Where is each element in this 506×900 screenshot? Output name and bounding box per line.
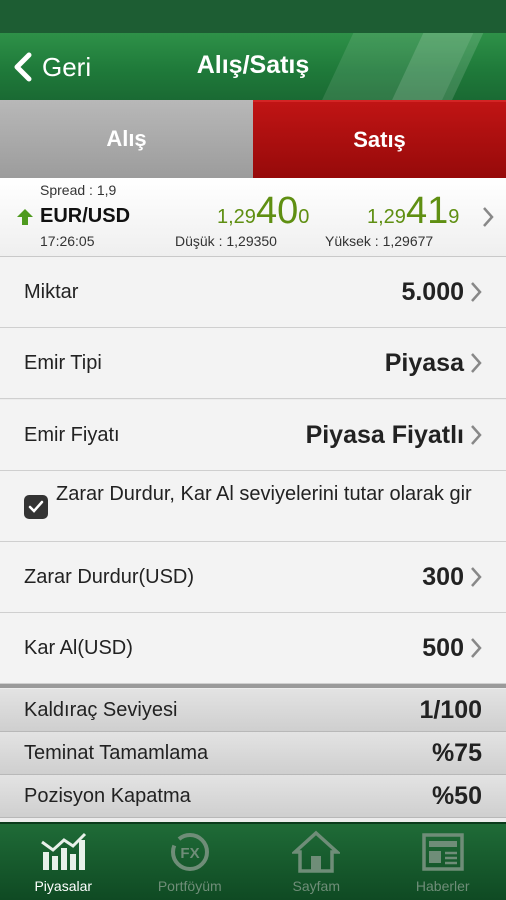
sell-tab[interactable]: Satış [253,100,506,178]
margin-call-info: Teminat Tamamlama %75 [0,732,506,775]
tab-label: Haberler [415,878,470,894]
newspaper-icon [422,833,464,871]
order-price-label: Emir Fiyatı [24,423,120,446]
take-profit-value: 500 [422,633,464,662]
home-icon [292,830,341,873]
stop-out-value: %50 [431,781,482,810]
stop-loss-value: 300 [422,562,464,591]
divider [0,684,506,688]
tab-my-page[interactable]: Sayfam [253,824,380,900]
take-profit-label: Kar Al(USD) [24,636,133,659]
spread-text: Spread : 1,9 [40,182,117,198]
quote-time: 17:26:05 [40,233,95,249]
navigation-bar: Geri Alış/Satış [0,33,506,100]
high-price: Yüksek : 1,29677 [325,233,434,249]
stop-loss-row[interactable]: Zarar Durdur(USD) 300 [0,542,506,613]
order-type-value: Piyasa [384,348,464,377]
bid-price: 1,29400 [217,190,310,232]
chevron-right-icon [471,638,482,658]
tab-portfolio[interactable]: FX Portföyüm [127,824,254,900]
amount-row[interactable]: Miktar 5.000 [0,257,506,328]
up-arrow-icon [17,209,33,225]
quote-row[interactable]: Spread : 1,9 EUR/USD 17:26:05 1,29400 1,… [0,178,506,257]
amount-value: 5.000 [401,277,464,306]
order-price-row[interactable]: Emir Fiyatı Piyasa Fiyatlı [0,400,506,471]
chart-icon [41,832,87,870]
low-price: Düşük : 1,29350 [175,233,277,249]
status-bar [0,0,506,33]
margin-call-label: Teminat Tamamlama [24,741,209,764]
stop-out-info: Pozisyon Kapatma %50 [0,775,506,818]
margin-call-value: %75 [431,738,482,767]
take-profit-row[interactable]: Kar Al(USD) 500 [0,613,506,684]
chevron-right-icon [471,425,482,445]
chevron-right-icon [471,353,482,373]
currency-pair: EUR/USD [40,205,131,227]
fx-portfolio-icon: FX [170,833,209,871]
buy-sell-segment: Alış Satış [0,100,506,178]
stop-loss-label: Zarar Durdur(USD) [24,565,195,588]
chevron-right-icon [471,282,482,302]
checkmark-icon [28,500,44,513]
amount-mode-checkbox-row: Zarar Durdur, Kar Al seviyelerini tutar … [0,471,506,542]
tab-label: Piyasalar [34,878,93,894]
leverage-label: Kaldıraç Seviyesi [24,698,178,721]
ask-price: 1,29419 [367,190,460,232]
tab-label: Portföyüm [157,878,222,894]
svg-text:FX: FX [180,845,199,862]
tab-bar: Piyasalar FX Portföyüm Sayfam Haberler [0,822,506,900]
page-title: Alış/Satış [196,51,310,79]
chevron-right-icon [471,567,482,587]
tab-news[interactable]: Haberler [380,824,506,900]
leverage-value: 1/100 [419,695,482,724]
order-type-row[interactable]: Emir Tipi Piyasa [0,328,506,399]
chevron-right-icon [483,207,494,227]
checkbox-label: Zarar Durdur, Kar Al seviyelerini tutar … [56,483,472,505]
leverage-info: Kaldıraç Seviyesi 1/100 [0,689,506,732]
tab-markets[interactable]: Piyasalar [0,824,127,900]
buy-tab[interactable]: Alış [0,100,253,178]
amount-mode-checkbox[interactable] [24,495,48,519]
amount-label: Miktar [24,280,79,303]
order-price-value: Piyasa Fiyatlı [305,420,464,449]
order-type-label: Emir Tipi [24,351,102,374]
stop-out-label: Pozisyon Kapatma [24,784,191,807]
tab-label: Sayfam [292,878,340,894]
